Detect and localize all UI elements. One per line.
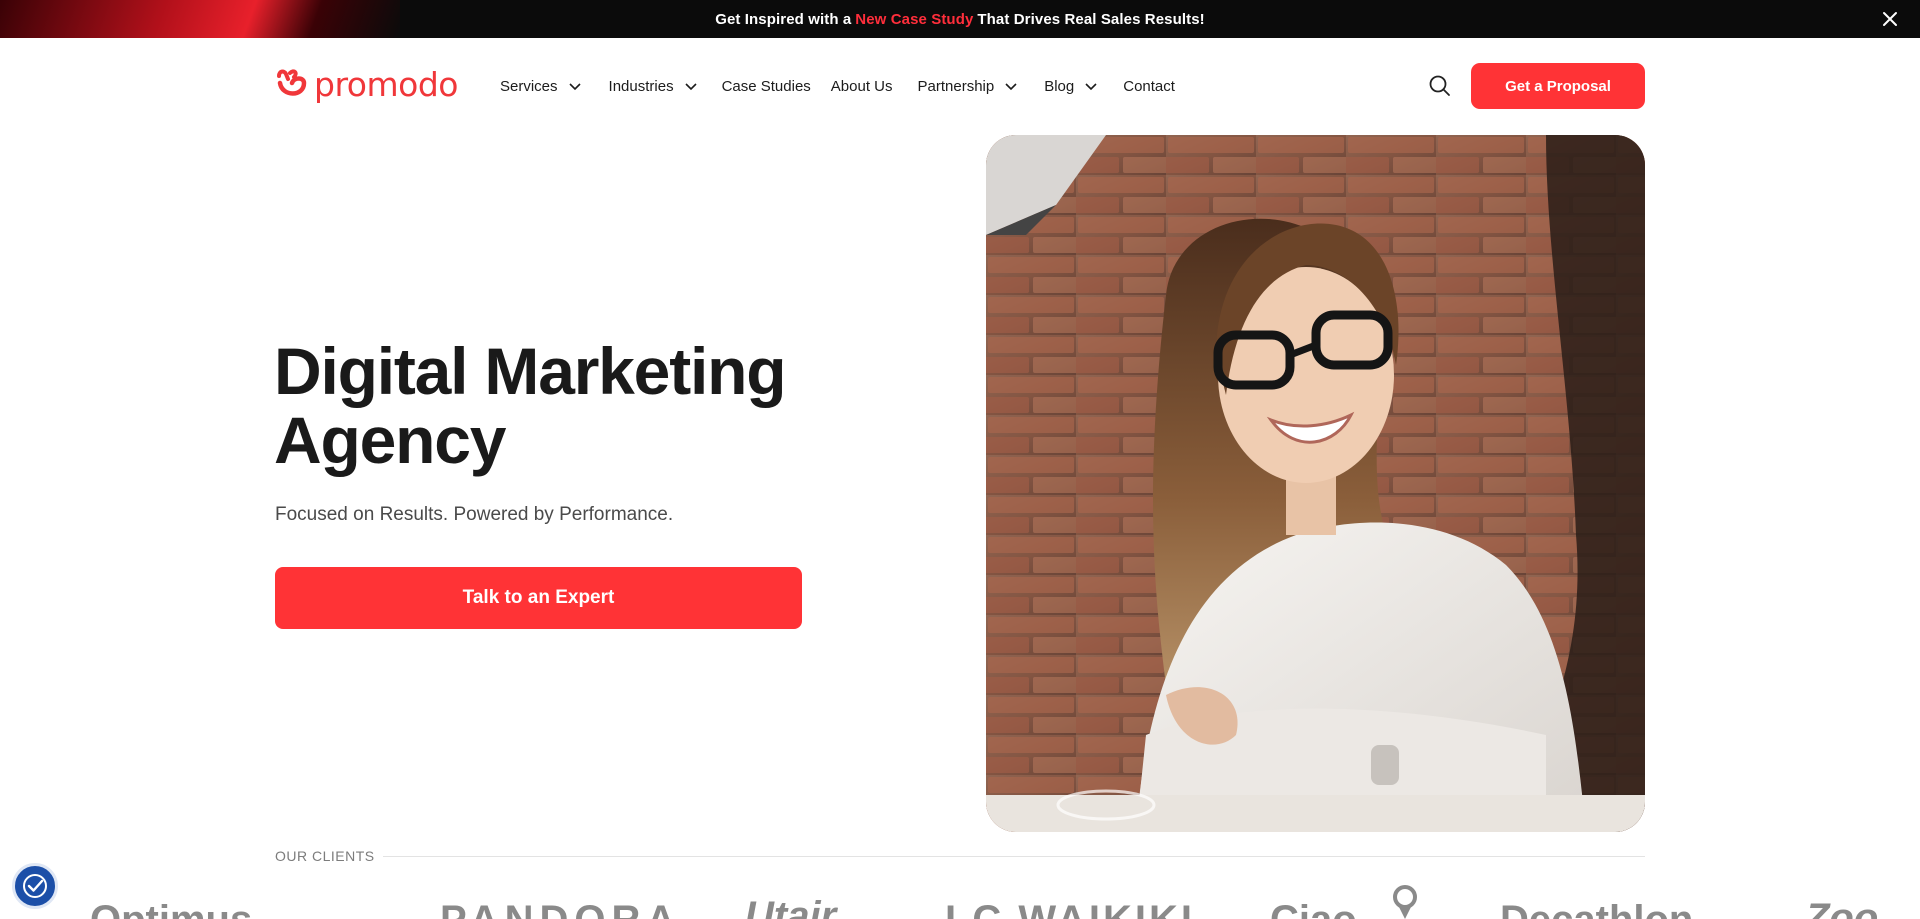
client-logo-ciao: Ciao (1270, 898, 1357, 919)
clients-label: OUR CLIENTS (275, 848, 375, 864)
hero-subtitle: Focused on Results. Powered by Performan… (275, 504, 674, 525)
clients-divider (383, 856, 1645, 857)
promo-text: Get Inspired with a New Case Study That Dr… (715, 11, 1205, 28)
main-nav: Services Industries Case Studies About U… (500, 74, 1175, 98)
hero-photo-illustration (986, 135, 1645, 832)
client-logo-lcwaikiki: LC WAIKIKI (945, 898, 1195, 919)
page-title-line-2: Agency (274, 403, 506, 477)
nav-item-label: Contact (1123, 77, 1175, 95)
nav-item-case-studies[interactable]: Case Studies (722, 78, 811, 95)
nav-item-contact[interactable]: Contact (1123, 78, 1175, 95)
promodo-logo-mark-icon (277, 69, 307, 96)
nav-item-industries[interactable]: Industries (609, 78, 698, 95)
nav-item-services[interactable]: Services (500, 78, 582, 95)
promo-text-before: Get Inspired with a (715, 10, 852, 28)
chevron-down-icon (685, 83, 697, 91)
promo-bar: Get Inspired with a New Case Study That Dr… (0, 0, 1920, 38)
get-proposal-button[interactable]: Get a Proposal (1471, 63, 1645, 109)
nav-item-label: Case Studies (721, 77, 811, 95)
site-header: promodo Services Industries Case Studies… (0, 38, 1920, 133)
client-logo-pin (1393, 885, 1417, 919)
nav-item-label: Industries (608, 77, 674, 95)
accessibility-icon[interactable] (12, 863, 58, 909)
nav-item-label: Blog (1044, 77, 1075, 95)
promo-case-study-link[interactable]: New Case Study (855, 11, 973, 28)
nav-item-partnership[interactable]: Partnership (918, 78, 1019, 95)
promo-text-after: That Drives Real Sales Results! (977, 10, 1205, 28)
client-logo-decathlon: Decathlon (1500, 898, 1693, 919)
chevron-down-icon (568, 83, 581, 91)
client-logo-zoo: Zoo (1804, 896, 1878, 919)
nav-item-label: Services (500, 77, 558, 95)
logo-text: promodo (314, 64, 458, 104)
chevron-down-icon (1085, 83, 1097, 91)
nav-item-label: About Us (830, 77, 893, 95)
client-logo-optimus: Optimus (90, 898, 252, 919)
hero-photo (986, 135, 1645, 832)
chevron-down-icon (1005, 83, 1017, 91)
search-icon[interactable] (1428, 74, 1452, 98)
client-logo-strip: Optimus PANDORA Utair LC WAIKIKI Ciao De… (0, 885, 1920, 919)
nav-item-label: Partnership (917, 77, 995, 95)
nav-item-blog[interactable]: Blog (1044, 78, 1098, 95)
client-logo-pandora: PANDORA (440, 898, 681, 919)
promodo-logo[interactable]: promodo (274, 64, 458, 104)
client-logo-utair: Utair (745, 894, 839, 919)
promo-decoration (0, 0, 400, 38)
talk-to-expert-button[interactable]: Talk to an Expert (275, 567, 802, 629)
page-title-line-1: Digital Marketing (274, 334, 787, 408)
nav-item-about-us[interactable]: About Us (831, 78, 893, 95)
close-icon[interactable] (1880, 9, 1900, 29)
page-title: Digital Marketing Agency (274, 337, 834, 475)
